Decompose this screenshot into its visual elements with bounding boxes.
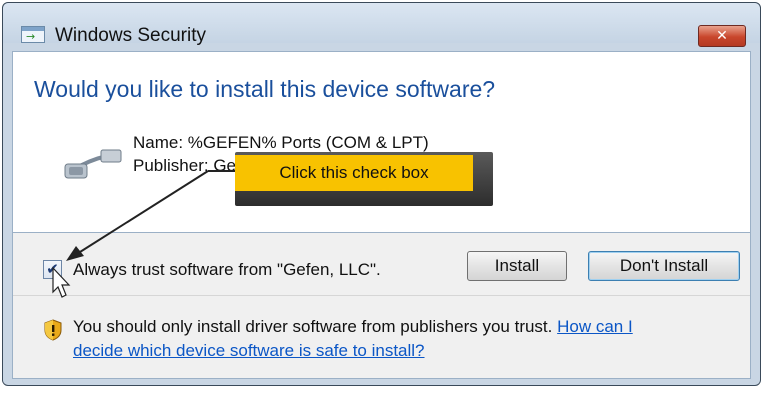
dialog-headline: Would you like to install this device so… (34, 76, 496, 102)
help-link[interactable]: How can I (557, 317, 633, 336)
warning-message: You should only install driver software … (73, 317, 553, 336)
callout-label: Click this check box (235, 155, 473, 191)
title-bar[interactable]: → Windows Security ✕ (3, 3, 760, 47)
device-name: Name: %GEFEN% Ports (COM & LPT) (133, 133, 429, 152)
mouse-cursor-icon (52, 266, 71, 298)
install-button[interactable]: Install (467, 251, 567, 281)
dont-install-button[interactable]: Don't Install (588, 251, 740, 281)
dialog-footer: ✔ Always trust software from "Gefen, LLC… (12, 233, 751, 379)
window-title: Windows Security (55, 25, 206, 46)
serial-cable-icon (64, 149, 122, 179)
device-publisher: Publisher: Ge (133, 156, 236, 175)
close-icon: ✕ (716, 28, 728, 44)
close-button[interactable]: ✕ (698, 25, 746, 47)
footer-divider (13, 295, 750, 296)
help-link-continued[interactable]: decide which device software is safe to … (73, 341, 425, 360)
windows-security-icon: → (21, 26, 45, 43)
always-trust-label[interactable]: Always trust software from "Gefen, LLC". (73, 260, 381, 280)
shield-warning-icon (44, 319, 62, 341)
warning-text: You should only install driver software … (73, 317, 633, 337)
warning-text-line2: decide which device software is safe to … (73, 341, 425, 361)
